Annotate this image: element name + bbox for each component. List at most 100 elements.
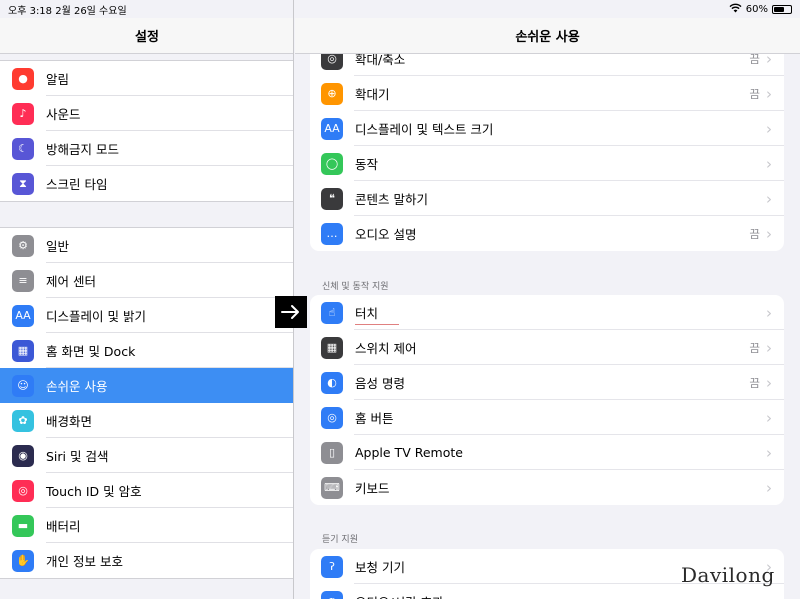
sidebar-item[interactable]: ☺ 손쉬운 사용 [0, 368, 293, 403]
chevron-right-icon: › [766, 593, 772, 599]
chevron-right-icon: › [766, 189, 772, 208]
sidebar-item-label: 스크린 타임 [46, 177, 108, 192]
chevron-right-icon: › [766, 224, 772, 243]
sidebar-item-label: 제어 센터 [46, 274, 96, 289]
chevron-right-icon: › [766, 84, 772, 103]
settings-sidebar: 설정 ● 알림 ♪ 사운드 ☾ 방해금지 모드 ⧗ 스크린 타임 ⚙ 일반 ≡ 제어 센터 AA 디스플… [0, 0, 294, 599]
sidebar-item[interactable]: ✋ 개인 정보 보호 [0, 543, 293, 578]
vision-card: ◎ 확대/축소 끔 › ⊕ 확대기 끔 › AA 디스플레이 및 텍스트 크기 › ◯ 동작 › ❝ 콘텐츠 … [310, 41, 784, 251]
accessibility-detail-pane: 손쉬운 사용 ◎ 확대/축소 끔 › ⊕ 확대기 끔 › AA 디스플레이 및 텍스트 크기 › ◯ 동… [295, 0, 800, 599]
toggles-icon: ≡ [12, 269, 34, 292]
magnifier-icon: ⊕ [321, 82, 343, 105]
sidebar-group-2: ⚙ 일반 ≡ 제어 센터 AA 디스플레이 및 밝기 ▦ 홈 화면 및 Dock ☺ 손쉬운 사용… [0, 227, 293, 579]
chevron-right-icon: › [766, 373, 772, 392]
voice-control-icon: ◐ [321, 371, 343, 394]
section-header-hearing: 듣기 지원 [322, 535, 358, 545]
audio-description-icon: … [321, 222, 343, 245]
ear-icon: ʔ [321, 555, 343, 578]
settings-row[interactable]: ⊕ 확대기 끔 › [310, 76, 784, 111]
text-size-icon: AA [12, 304, 34, 327]
section-header-physical: 신체 및 동작 지원 [322, 282, 389, 292]
fingerprint-icon: ◎ [12, 479, 34, 502]
settings-row[interactable]: ❝ 콘텐츠 말하기 › [310, 181, 784, 216]
touch-hand-icon: ☝ [321, 301, 343, 324]
settings-row-label: 스위치 제어 [355, 341, 417, 356]
gear-icon: ⚙ [12, 234, 34, 257]
chevron-right-icon: › [766, 443, 772, 462]
status-time-date: 오후 3:18 2월 26일 수요일 [8, 5, 127, 17]
sidebar-item[interactable]: AA 디스플레이 및 밝기 [0, 298, 293, 333]
annotation-arrow-icon [275, 296, 307, 328]
settings-row[interactable]: AA 디스플레이 및 텍스트 크기 › [310, 111, 784, 146]
wifi-icon [729, 3, 742, 16]
home-button-icon: ◎ [321, 406, 343, 429]
sidebar-item-label: 디스플레이 및 밝기 [46, 309, 146, 324]
settings-row-label: 음성 명령 [355, 376, 405, 391]
status-bar: 오후 3:18 2월 26일 수요일 60% [0, 0, 800, 18]
sidebar-item[interactable]: ◎ Touch ID 및 암호 [0, 473, 293, 508]
home-grid-icon: ▦ [12, 339, 34, 362]
wallpaper-icon: ✿ [12, 409, 34, 432]
sidebar-item-label: Touch ID 및 암호 [46, 484, 142, 499]
settings-row[interactable]: … 오디오 설명 끔 › [310, 216, 784, 251]
sidebar-item-label: 일반 [46, 239, 70, 254]
settings-row[interactable]: ⌨ 키보드 › [310, 470, 784, 505]
sidebar-item-label: 알림 [46, 72, 70, 87]
sidebar-item-label: 손쉬운 사용 [46, 379, 108, 394]
settings-row[interactable]: ▦ 스위치 제어 끔 › [310, 330, 784, 365]
accessibility-icon: ☺ [12, 374, 34, 397]
sidebar-item[interactable]: ● 알림 [0, 61, 293, 96]
settings-row-label: 오디오 설명 [355, 227, 417, 242]
sidebar-item[interactable]: ▦ 홈 화면 및 Dock [0, 333, 293, 368]
settings-row-label: 홈 버튼 [355, 411, 394, 426]
settings-row[interactable]: ◎ 홈 버튼 › [310, 400, 784, 435]
hand-icon: ✋ [12, 549, 34, 572]
sidebar-item[interactable]: ✿ 배경화면 [0, 403, 293, 438]
sidebar-item[interactable]: ◉ Siri 및 검색 [0, 438, 293, 473]
battery-icon: ▬ [12, 514, 34, 537]
sidebar-item[interactable]: ⚙ 일반 [0, 228, 293, 263]
chevron-right-icon: › [766, 154, 772, 173]
audio-visual-icon: ◐ [321, 590, 343, 599]
remote-icon: ▯ [321, 441, 343, 464]
moon-icon: ☾ [12, 137, 34, 160]
sidebar-item-label: 배터리 [46, 519, 81, 534]
sidebar-item-label: Siri 및 검색 [46, 449, 109, 464]
text-size-icon: AA [321, 117, 343, 140]
physical-card: ☝ 터치 › ▦ 스위치 제어 끔 › ◐ 음성 명령 끔 › ◎ 홈 버튼 › ▯ Apple TV Rem… [310, 295, 784, 505]
sidebar-item-label: 배경화면 [46, 414, 93, 429]
sidebar-item[interactable]: ♪ 사운드 [0, 96, 293, 131]
sidebar-item-label: 홈 화면 및 Dock [46, 344, 136, 359]
chevron-right-icon: › [766, 338, 772, 357]
sidebar-item[interactable]: ▬ 배터리 [0, 508, 293, 543]
siri-icon: ◉ [12, 444, 34, 467]
settings-row-label: 터치 [355, 306, 379, 321]
detail-title: 손쉬운 사용 [295, 18, 800, 54]
settings-row-label: 키보드 [355, 481, 390, 496]
battery-icon [772, 4, 792, 14]
switch-grid-icon: ▦ [321, 336, 343, 359]
sidebar-group-1: ● 알림 ♪ 사운드 ☾ 방해금지 모드 ⧗ 스크린 타임 [0, 60, 293, 202]
sidebar-item-label: 사운드 [46, 107, 81, 122]
sidebar-item-label: 개인 정보 보호 [46, 554, 123, 569]
chevron-right-icon: › [766, 303, 772, 322]
watermark: Davilong [681, 563, 775, 587]
chevron-right-icon: › [766, 119, 772, 138]
settings-row[interactable]: ▯ Apple TV Remote › [310, 435, 784, 470]
settings-row-value: 끔 [749, 86, 760, 101]
sidebar-item[interactable]: ☾ 방해금지 모드 [0, 131, 293, 166]
settings-row-label: 확대기 [355, 87, 390, 102]
settings-row[interactable]: ◯ 동작 › [310, 146, 784, 181]
motion-icon: ◯ [321, 152, 343, 175]
sidebar-item[interactable]: ≡ 제어 센터 [0, 263, 293, 298]
bell-icon: ● [12, 67, 34, 90]
chevron-right-icon: › [766, 408, 772, 427]
annotation-underline [355, 324, 399, 325]
settings-row[interactable]: ◐ 음성 명령 끔 › [310, 365, 784, 400]
settings-row-value: 끔 [749, 375, 760, 390]
battery-percent: 60% [745, 3, 768, 15]
sidebar-item[interactable]: ⧗ 스크린 타임 [0, 166, 293, 201]
settings-row-value: 끔 [749, 226, 760, 241]
hourglass-icon: ⧗ [12, 172, 34, 195]
sidebar-title: 설정 [0, 18, 293, 54]
